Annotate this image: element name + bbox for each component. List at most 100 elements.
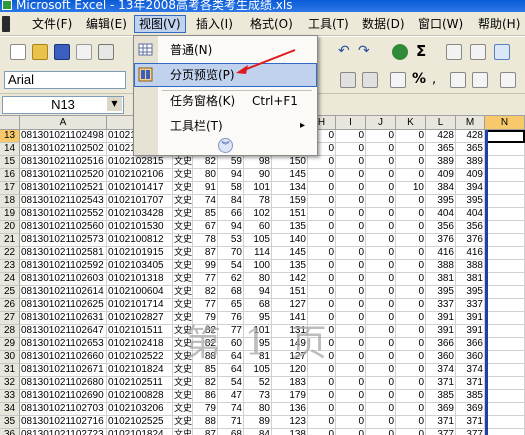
- cell-f[interactable]: 105: [244, 234, 272, 247]
- cell-m[interactable]: 416: [456, 247, 485, 260]
- cell-f[interactable]: 80: [244, 403, 272, 416]
- cell-f[interactable]: 60: [244, 221, 272, 234]
- row-header[interactable]: 25: [0, 286, 20, 299]
- cell-d[interactable]: 74: [193, 195, 218, 208]
- hyperlink-icon[interactable]: [392, 44, 408, 60]
- row-header[interactable]: 18: [0, 195, 20, 208]
- cell-g[interactable]: 136: [272, 403, 308, 416]
- cell-n[interactable]: [485, 403, 525, 416]
- cell-n[interactable]: [485, 338, 525, 351]
- cell-j[interactable]: 0: [366, 260, 396, 273]
- undo-icon[interactable]: ↶: [338, 44, 354, 60]
- cell-k[interactable]: 0: [396, 195, 426, 208]
- cell-h[interactable]: 0: [308, 377, 336, 390]
- cell-m[interactable]: 404: [456, 208, 485, 221]
- row-header[interactable]: 34: [0, 403, 20, 416]
- cell-j[interactable]: 0: [366, 195, 396, 208]
- row-header[interactable]: 29: [0, 338, 20, 351]
- column-header-a[interactable]: A: [20, 116, 107, 130]
- cell-m[interactable]: 369: [456, 403, 485, 416]
- cell-h[interactable]: 0: [308, 221, 336, 234]
- cell-c[interactable]: 文史: [173, 377, 193, 390]
- cell-g[interactable]: 150: [272, 156, 308, 169]
- cell-b[interactable]: 0102101530: [107, 221, 173, 234]
- cell-c[interactable]: 文史: [173, 429, 193, 435]
- cell-c[interactable]: 文史: [173, 403, 193, 416]
- cell-j[interactable]: 0: [366, 234, 396, 247]
- row-header[interactable]: 13: [0, 130, 20, 143]
- cell-d[interactable]: 88: [193, 416, 218, 429]
- cell-l[interactable]: 388: [426, 260, 456, 273]
- row-header[interactable]: 17: [0, 182, 20, 195]
- cell-i[interactable]: 0: [336, 195, 366, 208]
- chevron-double-down-icon[interactable]: ︾: [218, 138, 233, 153]
- cell-h[interactable]: 0: [308, 195, 336, 208]
- cell-n[interactable]: [485, 182, 525, 195]
- row-header[interactable]: 32: [0, 377, 20, 390]
- cell-c[interactable]: 文史: [173, 273, 193, 286]
- cell-e[interactable]: 71: [218, 416, 244, 429]
- cell-i[interactable]: 0: [336, 130, 366, 143]
- cell-d[interactable]: 80: [193, 169, 218, 182]
- cell-i[interactable]: 0: [336, 364, 366, 377]
- cell-j[interactable]: 0: [366, 325, 396, 338]
- redo-icon[interactable]: ↷: [358, 44, 374, 60]
- row-header[interactable]: 36: [0, 429, 20, 435]
- cell-c[interactable]: 文史: [173, 169, 193, 182]
- cell-h[interactable]: 0: [308, 234, 336, 247]
- sort-descending-icon[interactable]: [470, 44, 486, 60]
- cell-a[interactable]: 081301021102680: [20, 377, 107, 390]
- percent-icon[interactable]: %: [412, 71, 428, 87]
- cell-k[interactable]: 0: [396, 364, 426, 377]
- menu-data[interactable]: 数据(D): [358, 15, 409, 33]
- view-menu-page-break-preview[interactable]: 分页预览(P): [134, 63, 317, 87]
- row-header[interactable]: 33: [0, 390, 20, 403]
- column-header-l[interactable]: L: [426, 116, 456, 130]
- cell-l[interactable]: 428: [426, 130, 456, 143]
- cell-i[interactable]: 0: [336, 416, 366, 429]
- cell-l[interactable]: 389: [426, 156, 456, 169]
- cell-f[interactable]: 100: [244, 260, 272, 273]
- cell-n[interactable]: [485, 416, 525, 429]
- cell-a[interactable]: 081301021102516: [20, 156, 107, 169]
- font-name-select[interactable]: Arial: [4, 71, 126, 89]
- cell-d[interactable]: 77: [193, 273, 218, 286]
- row-header[interactable]: 20: [0, 221, 20, 234]
- cell-f[interactable]: 80: [244, 273, 272, 286]
- cell-g[interactable]: 140: [272, 234, 308, 247]
- cell-n[interactable]: [485, 195, 525, 208]
- name-box[interactable]: N13: [2, 96, 124, 114]
- cell-f[interactable]: 84: [244, 429, 272, 435]
- cell-k[interactable]: 0: [396, 143, 426, 156]
- row-header[interactable]: 35: [0, 416, 20, 429]
- cell-e[interactable]: 54: [218, 377, 244, 390]
- cell-h[interactable]: 0: [308, 182, 336, 195]
- cell-n[interactable]: [485, 312, 525, 325]
- cell-n[interactable]: [485, 390, 525, 403]
- cell-f[interactable]: 78: [244, 195, 272, 208]
- cell-n[interactable]: [485, 234, 525, 247]
- cell-g[interactable]: 135: [272, 221, 308, 234]
- cell-n[interactable]: [485, 221, 525, 234]
- cell-n[interactable]: [485, 286, 525, 299]
- cell-e[interactable]: 68: [218, 286, 244, 299]
- cell-e[interactable]: 94: [218, 221, 244, 234]
- cell-b[interactable]: 0102101714: [107, 299, 173, 312]
- cell-d[interactable]: 85: [193, 208, 218, 221]
- cell-j[interactable]: 0: [366, 416, 396, 429]
- permission-icon[interactable]: [76, 44, 92, 60]
- row-header[interactable]: 21: [0, 234, 20, 247]
- cell-m[interactable]: 385: [456, 390, 485, 403]
- cell-m[interactable]: 395: [456, 286, 485, 299]
- cell-c[interactable]: 文史: [173, 247, 193, 260]
- cell-i[interactable]: 0: [336, 182, 366, 195]
- cell-m[interactable]: 356: [456, 221, 485, 234]
- cell-f[interactable]: 94: [244, 286, 272, 299]
- cell-j[interactable]: 0: [366, 143, 396, 156]
- cell-k[interactable]: 0: [396, 221, 426, 234]
- menu-help[interactable]: 帮助(H): [474, 15, 524, 33]
- cell-n[interactable]: [485, 156, 525, 169]
- cell-a[interactable]: 081301021102690: [20, 390, 107, 403]
- cell-b[interactable]: 0102102525: [107, 416, 173, 429]
- cell-j[interactable]: 0: [366, 286, 396, 299]
